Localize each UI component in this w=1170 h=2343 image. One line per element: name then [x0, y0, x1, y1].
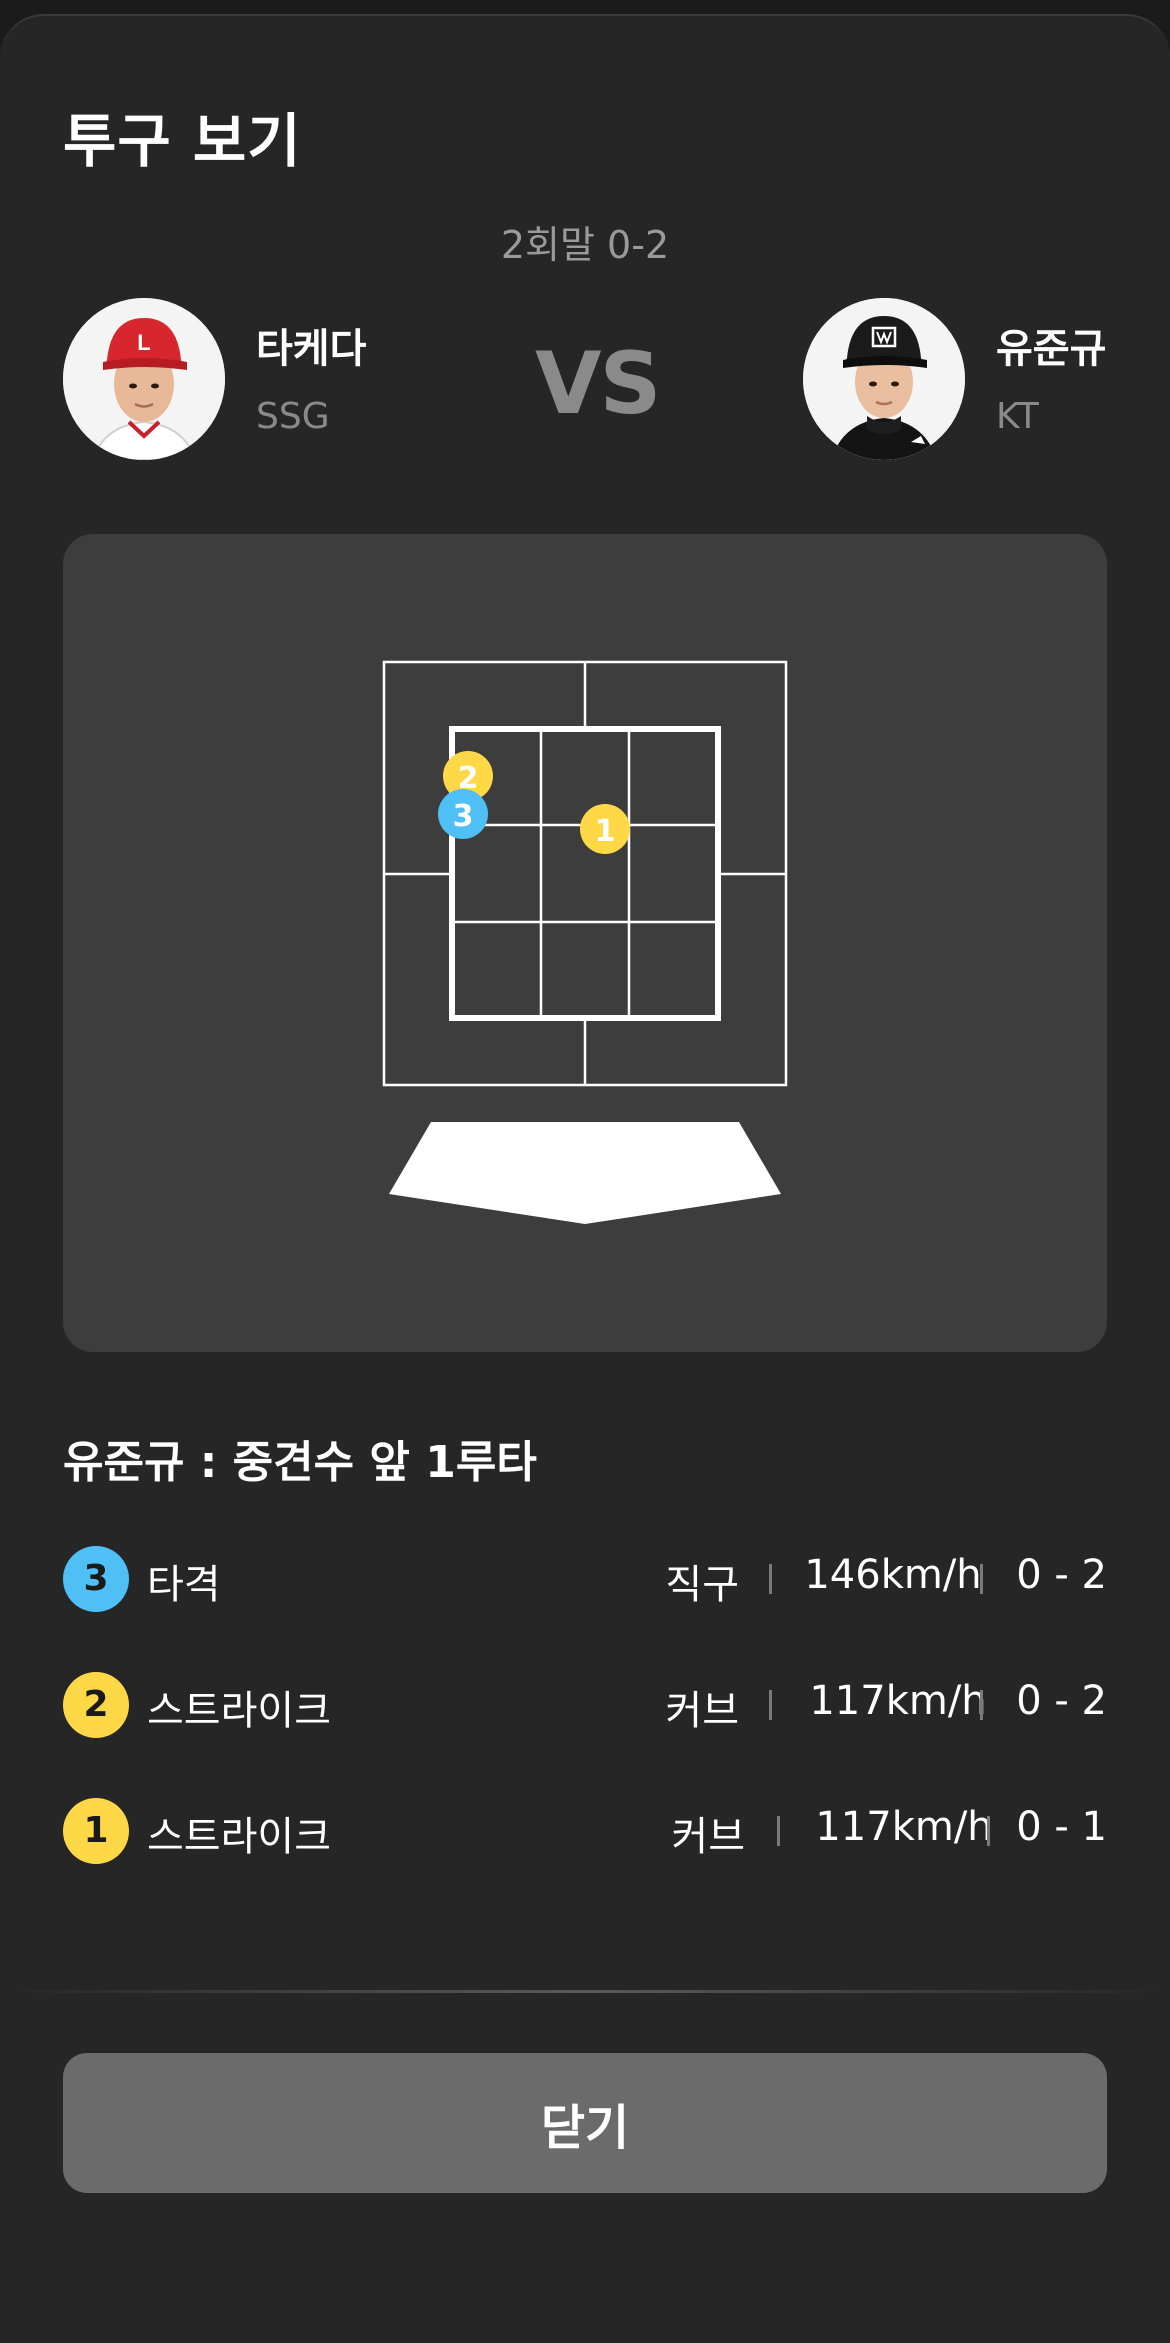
pitch-speed: 117km/h — [815, 1804, 993, 1850]
svg-text:1: 1 — [595, 814, 616, 849]
pitch-speed: 146km/h — [804, 1552, 982, 1598]
pitch-row[interactable]: 1 스트라이크 커브 117km/h 0 - 1 — [63, 1798, 1107, 1864]
pitch-row[interactable]: 2 스트라이크 커브 117km/h 0 - 2 — [63, 1672, 1107, 1738]
separator — [980, 1564, 983, 1594]
batter-name: 유준규 — [996, 326, 1107, 372]
separator — [987, 1816, 990, 1846]
strike-zone-panel: 2 3 1 — [63, 534, 1107, 1352]
vs-label: VS — [535, 334, 661, 434]
zone-marker-1[interactable]: 1 — [580, 804, 630, 854]
pitch-result: 스트라이크 — [147, 1688, 331, 1734]
at-bat-result: 유준규 : 중견수 앞 1루타 — [63, 1437, 537, 1488]
pitch-type: 직구 — [665, 1562, 739, 1608]
pitch-view-sheet: 투구 보기 2회말 0-2 L 타케다 SSG VS 유준규 KT 2 3 1 … — [0, 14, 1170, 2343]
svg-text:L: L — [137, 330, 150, 355]
ball-strike-count: 0 - 1 — [1016, 1804, 1107, 1850]
ball-strike-count: 0 - 2 — [1016, 1552, 1107, 1598]
pitch-row[interactable]: 3 타격 직구 146km/h 0 - 2 — [63, 1546, 1107, 1612]
batter-team: KT — [996, 396, 1039, 437]
sheet-title: 투구 보기 — [63, 107, 302, 175]
pitcher-avatar[interactable]: L — [63, 298, 225, 460]
outer-zone-grid — [382, 660, 788, 1087]
pitcher-name: 타케다 — [256, 326, 367, 372]
pitch-number-badge: 2 — [63, 1672, 129, 1738]
pitch-number-badge: 3 — [63, 1546, 129, 1612]
ball-strike-count: 0 - 2 — [1016, 1678, 1107, 1724]
pitch-result: 타격 — [147, 1562, 221, 1608]
pitch-result: 스트라이크 — [147, 1814, 331, 1860]
svg-text:3: 3 — [453, 799, 474, 834]
close-button[interactable]: 닫기 — [63, 2053, 1107, 2193]
pitch-type: 커브 — [665, 1688, 739, 1734]
divider — [0, 1990, 1170, 1993]
inning-score: 2회말 0-2 — [500, 223, 670, 267]
home-plate — [389, 1122, 781, 1224]
pitch-speed: 117km/h — [809, 1678, 987, 1724]
batter-avatar[interactable] — [803, 298, 965, 460]
zone-marker-3[interactable]: 3 — [438, 789, 488, 839]
pitcher-team: SSG — [256, 396, 330, 437]
pitch-type: 커브 — [671, 1814, 745, 1860]
separator — [980, 1690, 983, 1720]
pitch-number-badge: 1 — [63, 1798, 129, 1864]
